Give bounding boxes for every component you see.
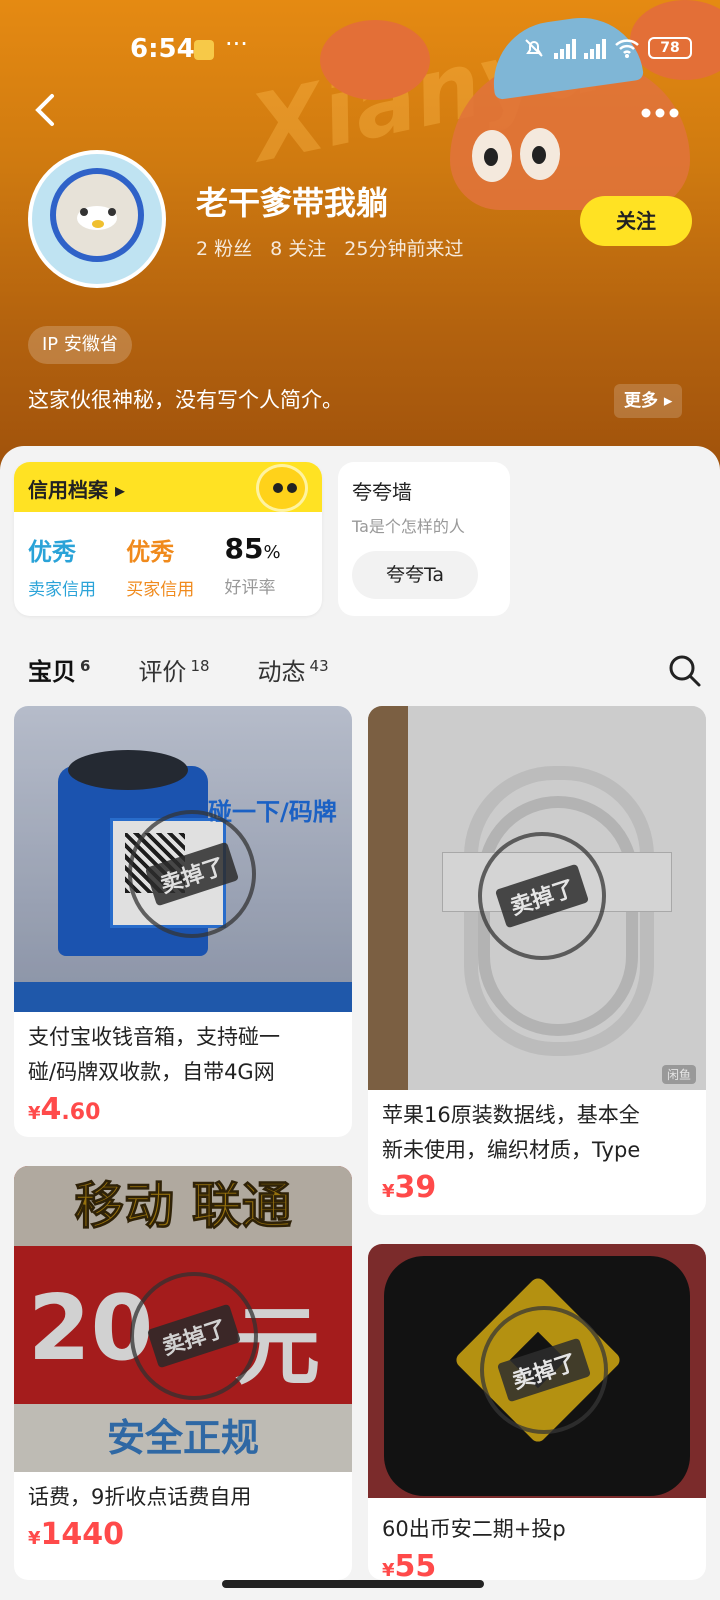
seller-credit: 优秀 卖家信用 [28,532,126,600]
triangle-right-icon: ▸ [114,478,126,502]
tab-activity-label: 动态 [257,658,306,686]
credit-header-label: 信用档案 [28,478,108,502]
avatar-eye-right [108,208,116,216]
triangle-right-icon: ▸ [663,391,673,411]
price-decimal: .60 [61,1100,101,1125]
positive-label: 好评率 [224,578,276,598]
praise-wall-subtitle: Ta是个怎样的人 [352,517,465,536]
item-image: 卖掉了 闲鱼 [368,706,706,1090]
item-title: 支付宝收钱音箱，支持碰一 碰/码牌双收款，自带4G网 [14,1012,352,1090]
credit-profile-card[interactable]: 信用档案 ▸ 优秀 卖家信用 优秀 买家信用 85% 好评率 [14,462,322,616]
tab-reviews-label: 评价 [138,658,187,686]
follow-button[interactable]: 关注 [580,196,692,246]
buyer-rating: 优秀 [126,538,175,566]
wifi-icon [615,39,639,58]
item-price: ¥4.60 [14,1090,352,1137]
back-button[interactable] [30,90,70,130]
praise-wall-card: 夸夸墙 Ta是个怎样的人 夸夸Ta [338,462,510,616]
bio-more-label: 更多 [624,391,658,411]
item-card[interactable]: 卖掉了 60出币安二期+投p ¥55 [368,1244,706,1580]
signal-icon [554,37,576,59]
crab-eye-right [520,128,560,180]
positive-rate-percent: % [263,542,281,563]
fans-count[interactable]: 2 粉丝 [196,234,252,261]
tab-items-count: 6 [80,657,91,675]
price-integer: 39 [394,1170,437,1205]
item-card[interactable]: 卖掉了 闲鱼 苹果16原装数据线，基本全 新未使用，编织材质，Type ¥39 [368,706,706,1215]
tab-bar: 宝贝 6 评价 18 动态 43 [28,652,329,687]
bio-more-button[interactable]: 更多 ▸ [614,384,683,418]
positive-rate-number: 85 [224,532,264,565]
price-currency: ¥ [382,1181,395,1202]
battery-icon: 78 [648,37,692,59]
item-title: 60出币安二期+投p [368,1498,706,1547]
ip-location-tag: IP 安徽省 [28,326,132,364]
sold-overlay [368,1244,706,1498]
sold-overlay [368,706,706,1090]
notification-icon [194,40,214,60]
item-title-line: 新未使用，编织材质，Type [382,1138,641,1162]
positive-rate-value: 85% [225,532,309,565]
tab-items[interactable]: 宝贝 6 [28,652,90,687]
item-title: 苹果16原装数据线，基本全 新未使用，编织材质，Type [368,1090,706,1168]
praise-wall-title: 夸夸墙 [352,480,412,504]
profile-header: Xianyu 6:54 ··· 78 老干爹带我躺 2 粉丝 8 关注 25分钟… [0,0,720,470]
item-image: 卖掉了 [368,1244,706,1498]
tab-activity[interactable]: 动态 43 [258,652,329,687]
item-title-line: 60出币安二期+投p [382,1517,566,1541]
search-icon[interactable] [668,654,702,688]
buyer-label: 买家信用 [126,580,195,600]
tab-items-label: 宝贝 [28,658,76,686]
item-title-line: 话费，9折收点话费自用 [28,1485,252,1509]
item-title-line: 苹果16原装数据线，基本全 [382,1103,640,1127]
sold-overlay [14,1166,352,1472]
item-title: 话费，9折收点话费自用 [14,1472,352,1515]
username: 老干爹带我躺 [196,184,389,222]
status-dots: ··· [225,30,248,58]
credit-body: 优秀 卖家信用 优秀 买家信用 85% 好评率 [14,512,322,600]
more-options-button[interactable] [640,88,680,128]
seller-label: 卖家信用 [28,580,96,600]
item-title-line: 碰/码牌双收款，自带4G网 [28,1060,275,1084]
following-count[interactable]: 8 关注 [270,234,326,261]
bio-text: 这家伙很神秘，没有写个人简介。 [28,388,343,412]
chevron-left-icon [35,94,54,126]
price-currency: ¥ [382,1560,395,1580]
price-currency: ¥ [28,1528,41,1549]
avatar-eye-left [80,208,88,216]
price-integer: 1440 [40,1517,125,1552]
crab-eye-left [472,130,512,182]
item-image: 移动 联通 20 元 安全正规 卖掉了 [14,1166,352,1472]
status-time: 6:54 [130,34,195,64]
sold-overlay [14,706,352,1012]
home-indicator[interactable] [222,1580,484,1588]
item-image: 碰一下/码牌 卖掉了 [14,706,352,1012]
last-seen: 25分钟前来过 [344,238,464,260]
mascot-icon [256,464,308,512]
tab-activity-count: 43 [309,657,329,675]
price-currency: ¥ [28,1103,41,1124]
positive-rate: 85% 好评率 [225,532,309,600]
signal-icon-2 [584,37,606,59]
avatar-nose [92,220,104,228]
praise-button[interactable]: 夸夸Ta [352,551,478,599]
mute-bell-icon [525,39,543,57]
ellipsis-icon [641,108,679,118]
price-integer: 4 [40,1092,62,1127]
status-right-icons: 78 [522,36,692,60]
buyer-credit: 优秀 买家信用 [126,532,224,600]
item-price: ¥55 [368,1547,706,1580]
item-card[interactable]: 碰一下/码牌 卖掉了 支付宝收钱音箱，支持碰一 碰/码牌双收款，自带4G网 ¥4.… [14,706,352,1137]
item-title-line: 支付宝收钱音箱，支持碰一 [28,1025,280,1049]
item-price: ¥39 [368,1168,706,1215]
profile-stats: 2 粉丝 8 关注 25分钟前来过 [196,234,463,261]
tab-reviews-count: 18 [190,657,210,675]
item-card[interactable]: 移动 联通 20 元 安全正规 卖掉了 话费，9折收点话费自用 ¥1440 [14,1166,352,1580]
price-integer: 55 [394,1549,437,1580]
seller-rating: 优秀 [28,538,76,566]
tab-reviews[interactable]: 评价 18 [138,652,209,687]
avatar[interactable] [28,150,166,288]
item-price: ¥1440 [14,1515,352,1562]
status-bar: 6:54 ··· 78 [0,30,720,70]
